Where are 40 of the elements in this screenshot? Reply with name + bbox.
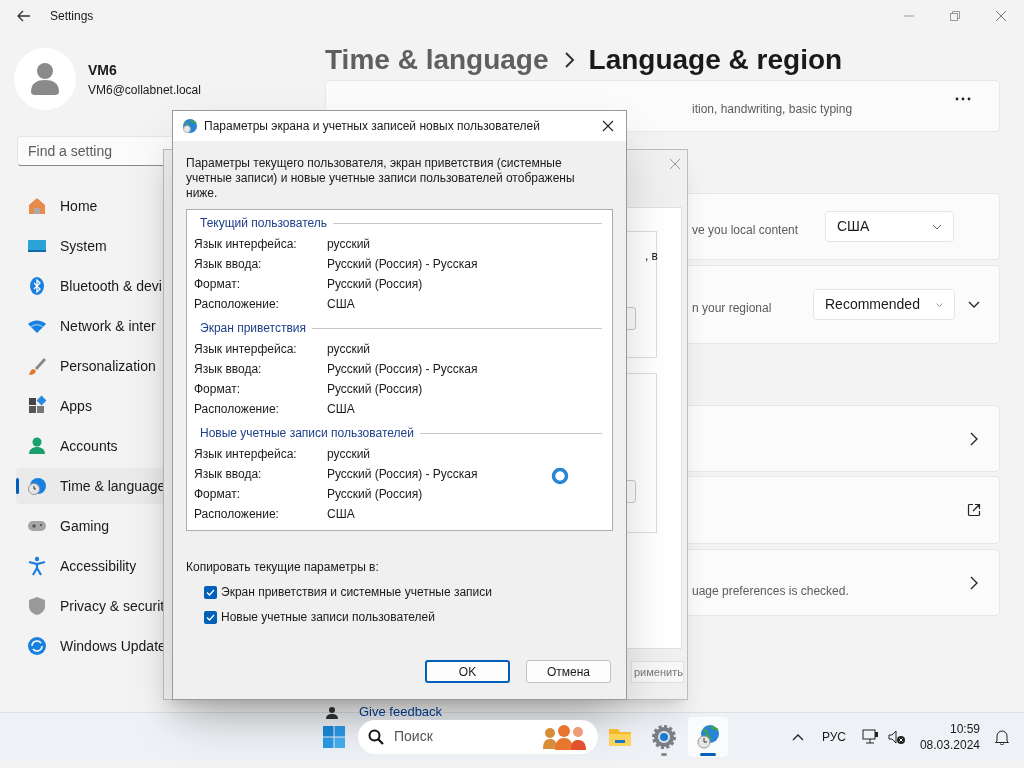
- setting-description: n your regional: [692, 299, 772, 317]
- section-heading: Текущий пользователь: [200, 215, 328, 232]
- field-value: Русский (Россия): [327, 486, 423, 503]
- section-heading: Новые учетные записи пользователей: [200, 425, 414, 442]
- field-value: Русский (Россия): [327, 276, 423, 293]
- field-value: Русский (Россия) - Русская: [327, 256, 478, 273]
- search-placeholder: Поиск: [394, 727, 433, 746]
- field-label: Язык ввода:: [194, 466, 263, 483]
- field-value: русский: [327, 446, 371, 463]
- field-value: США: [327, 401, 355, 418]
- field-label: Расположение:: [194, 401, 280, 418]
- window-title: Settings: [50, 8, 94, 25]
- copy-label: Копировать текущие параметры в:: [186, 559, 380, 576]
- section-heading: Экран приветствия: [200, 320, 306, 337]
- field-label: Язык интерфейса:: [194, 341, 298, 358]
- field-value: русский: [327, 341, 371, 358]
- field-label: Язык ввода:: [194, 361, 263, 378]
- field-label: Формат:: [194, 381, 241, 398]
- field-value: Русский (Россия) - Русская: [327, 361, 478, 378]
- field-label: Формат:: [194, 486, 241, 503]
- user-email: VM6@collabnet.local: [88, 81, 201, 99]
- checkbox-label: Новые учетные записи пользователей: [221, 609, 435, 626]
- fragment-text: , в: [644, 248, 658, 265]
- field-value: Русский (Россия): [327, 381, 423, 398]
- user-name: VM6: [88, 60, 118, 80]
- field-label: Формат:: [194, 276, 241, 293]
- field-label: Расположение:: [194, 506, 280, 523]
- field-value: США: [327, 506, 355, 523]
- checkbox-label: Экран приветствия и системные учетные записи: [221, 584, 492, 601]
- field-value: США: [327, 296, 355, 313]
- field-label: Расположение:: [194, 296, 280, 313]
- setting-description: ve you local content: [692, 221, 799, 239]
- field-label: Язык интерфейса:: [194, 446, 298, 463]
- page-title: Language & region: [588, 43, 843, 77]
- field-value: Русский (Россия) - Русская: [327, 466, 478, 483]
- field-label: Язык интерфейса:: [194, 236, 298, 253]
- setting-description: uage preferences is checked.: [692, 582, 849, 600]
- field-value: русский: [327, 236, 371, 253]
- field-label: Язык ввода:: [194, 256, 263, 273]
- setting-description: ition, handwriting, basic typing: [692, 101, 853, 118]
